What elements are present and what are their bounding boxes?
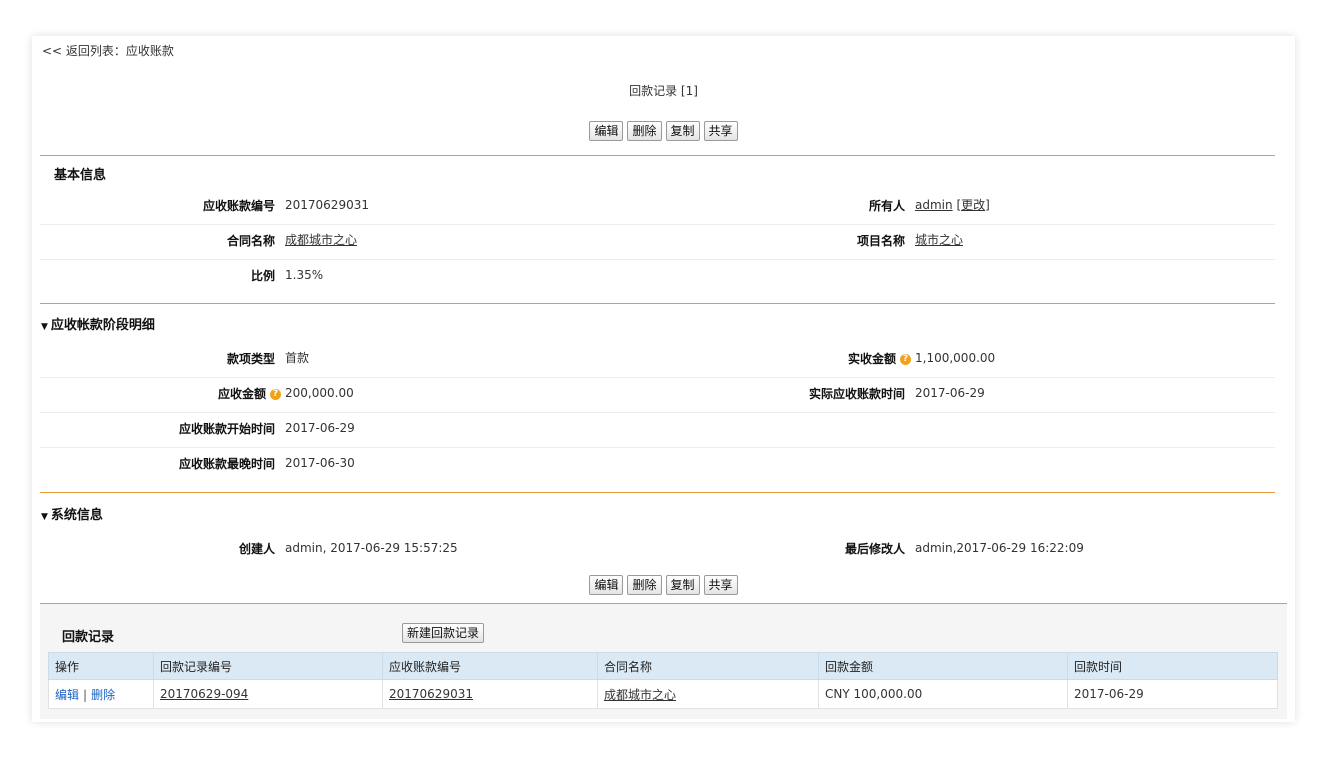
latest-time-value: 2017-06-30 [285, 456, 355, 470]
collapse-triangle-icon: ▼ [41, 512, 48, 522]
row-type: 款项类型 首款 实收金额? 1,100,000.00 [40, 342, 1275, 378]
contract-label: 合同名称 [226, 234, 275, 248]
row-actions: 编辑 | 删除 [48, 679, 154, 709]
column-header[interactable]: 回款时间 [1067, 652, 1278, 680]
column-header[interactable]: 回款记录编号 [153, 652, 383, 680]
share-button[interactable]: 共享 [703, 121, 738, 141]
due-amount-value: 200,000.00 [285, 386, 354, 400]
contract-cell: 成都城市之心 [597, 679, 819, 709]
section-title-stage-label: 应收帐款阶段明细 [50, 318, 155, 333]
actual-amount-label-wrap: 实收金额? [848, 342, 911, 377]
due-amount-label: 应收金额 [217, 387, 266, 401]
row-start-time: 应收账款开始时间 2017-06-29 [40, 412, 1275, 448]
back-to-list-link[interactable]: << 返回列表：应收账款 [42, 42, 174, 59]
owner-label: 所有人 [868, 199, 905, 213]
page-title: 回款记录 [1] [629, 84, 698, 98]
due-amount-label-wrap: 应收金额? [218, 377, 281, 412]
modifier-value: admin,2017-06-29 16:22:09 [915, 541, 1084, 555]
collapse-triangle-icon: ▼ [41, 322, 48, 332]
section-divider [40, 155, 1275, 156]
owner-value: admin [更改] [915, 189, 990, 221]
receivable-no-cell: 20170629031 [382, 679, 598, 709]
section-divider [40, 492, 1275, 493]
divider: | [83, 687, 88, 702]
record-no-link[interactable]: 20170629-094 [160, 687, 248, 701]
project-value: 城市之心 [915, 224, 963, 256]
detail-panel: << 返回列表：应收账款 回款记录 [1] 编辑 删除 复制 共享 基本信息 应… [32, 36, 1295, 722]
amount-cell: CNY 100,000.00 [818, 679, 1068, 709]
row-creator: 创建人 admin, 2017-06-29 15:57:25 最后修改人 adm… [40, 532, 1275, 567]
edit-button[interactable]: 编辑 [589, 121, 624, 141]
table-row: 编辑 | 删除 20170629-094 20170629031 成都城市之心 CN… [48, 679, 1278, 709]
type-value: 首款 [285, 351, 310, 365]
receivable-no-label: 应收账款编号 [202, 199, 275, 213]
delete-button[interactable]: 删除 [627, 575, 662, 595]
row-due-amount: 应收金额? 200,000.00 实际应收账款时间 2017-06-29 [40, 377, 1275, 413]
section-title-system-label: 系统信息 [50, 508, 103, 523]
help-icon[interactable]: ? [270, 389, 281, 400]
row-edit-link[interactable]: 编辑 [55, 688, 79, 702]
column-header[interactable]: 合同名称 [597, 652, 819, 680]
owner-link[interactable]: admin [915, 198, 953, 212]
actual-time-label: 实际应收账款时间 [808, 387, 905, 401]
contract-link[interactable]: 成都城市之心 [285, 233, 357, 247]
section-title-basic: 基本信息 [54, 168, 107, 183]
ratio-value: 1.35% [285, 268, 324, 282]
creator-label: 创建人 [238, 542, 275, 556]
new-payment-record-button[interactable]: 新建回款记录 [402, 623, 485, 643]
start-time-value: 2017-06-29 [285, 421, 355, 435]
column-header: 操作 [48, 652, 154, 680]
row-delete-link[interactable]: 删除 [91, 688, 115, 702]
modifier-label: 最后修改人 [844, 542, 905, 556]
record-no-cell: 20170629-094 [153, 679, 383, 709]
receivable-no-link[interactable]: 20170629031 [389, 687, 473, 701]
share-button[interactable]: 共享 [703, 575, 738, 595]
date-cell: 2017-06-29 [1067, 679, 1278, 709]
column-header[interactable]: 回款金额 [818, 652, 1068, 680]
top-toolbar: 编辑 删除 复制 共享 [32, 121, 1295, 141]
delete-button[interactable]: 删除 [627, 121, 662, 141]
actual-time-value: 2017-06-29 [915, 386, 985, 400]
row-receivable-no: 应收账款编号 20170629031 所有人 admin [更改] [40, 189, 1275, 225]
project-link[interactable]: 城市之心 [915, 233, 963, 247]
section-divider [40, 303, 1275, 304]
project-label: 项目名称 [856, 234, 905, 248]
bottom-toolbar: 编辑 删除 复制 共享 [32, 575, 1295, 595]
row-latest-time: 应收账款最晚时间 2017-06-30 [40, 447, 1275, 482]
latest-time-label: 应收账款最晚时间 [178, 457, 275, 471]
section-title-stage[interactable]: ▼ 应收帐款阶段明细 [41, 314, 155, 333]
ratio-label: 比例 [250, 269, 275, 283]
section-title-system[interactable]: ▼ 系统信息 [41, 504, 103, 523]
copy-button[interactable]: 复制 [665, 575, 700, 595]
related-list-payment-records: 回款记录 新建回款记录 操作 回款记录编号 应收账款编号 合同名称 回款金额 回… [40, 603, 1287, 719]
column-header[interactable]: 应收账款编号 [382, 652, 598, 680]
table-header-row: 操作 回款记录编号 应收账款编号 合同名称 回款金额 回款时间 [48, 652, 1278, 680]
start-time-label: 应收账款开始时间 [178, 422, 275, 436]
actual-amount-label: 实收金额 [847, 352, 896, 366]
creator-value: admin, 2017-06-29 15:57:25 [285, 541, 458, 555]
edit-button[interactable]: 编辑 [589, 575, 624, 595]
contract-link[interactable]: 成都城市之心 [604, 688, 676, 702]
help-icon[interactable]: ? [900, 354, 911, 365]
type-label: 款项类型 [226, 352, 275, 366]
copy-button[interactable]: 复制 [665, 121, 700, 141]
related-list-title: 回款记录 [62, 630, 115, 645]
payment-records-table: 操作 回款记录编号 应收账款编号 合同名称 回款金额 回款时间 编辑 | 删除 20… [48, 652, 1278, 709]
row-ratio: 比例 1.35% [40, 259, 1275, 294]
actual-amount-value: 1,100,000.00 [915, 351, 996, 365]
owner-change-link[interactable]: [更改] [956, 198, 989, 212]
row-contract: 合同名称 成都城市之心 项目名称 城市之心 [40, 224, 1275, 260]
receivable-no-value: 20170629031 [285, 198, 369, 212]
contract-value: 成都城市之心 [285, 224, 357, 256]
